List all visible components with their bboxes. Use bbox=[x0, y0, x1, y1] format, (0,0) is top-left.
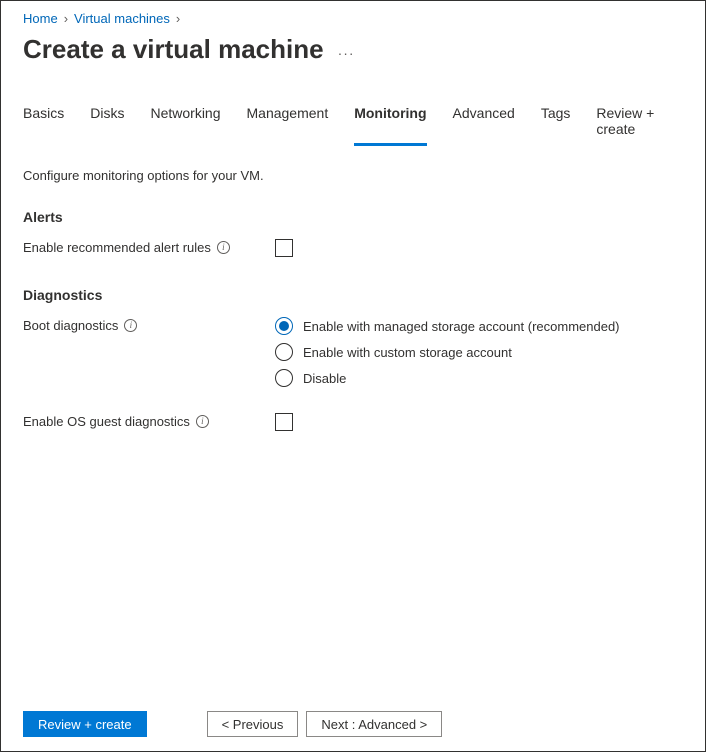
info-icon[interactable]: i bbox=[196, 415, 209, 428]
review-create-button[interactable]: Review + create bbox=[23, 711, 147, 737]
intro-text: Configure monitoring options for your VM… bbox=[23, 168, 683, 183]
breadcrumb-home[interactable]: Home bbox=[23, 11, 58, 26]
tabs: Basics Disks Networking Management Monit… bbox=[23, 105, 683, 146]
tab-monitoring[interactable]: Monitoring bbox=[354, 105, 426, 146]
previous-button[interactable]: < Previous bbox=[207, 711, 299, 737]
tab-management[interactable]: Management bbox=[247, 105, 329, 146]
info-icon[interactable]: i bbox=[124, 319, 137, 332]
breadcrumb-virtual-machines[interactable]: Virtual machines bbox=[74, 11, 170, 26]
more-actions-button[interactable]: ··· bbox=[338, 39, 355, 61]
radio-label: Enable with managed storage account (rec… bbox=[303, 319, 620, 334]
radio-label: Disable bbox=[303, 371, 346, 386]
radio-icon bbox=[275, 317, 293, 335]
breadcrumb: Home › Virtual machines › bbox=[23, 11, 683, 26]
alerts-heading: Alerts bbox=[23, 209, 683, 225]
tab-networking[interactable]: Networking bbox=[150, 105, 220, 146]
diagnostics-heading: Diagnostics bbox=[23, 287, 683, 303]
radio-icon bbox=[275, 343, 293, 361]
tab-tags[interactable]: Tags bbox=[541, 105, 571, 146]
footer: Review + create < Previous Next : Advanc… bbox=[23, 711, 683, 737]
enable-recommended-alerts-label: Enable recommended alert rules bbox=[23, 240, 211, 255]
chevron-right-icon: › bbox=[64, 11, 68, 26]
boot-diagnostics-radio-managed[interactable]: Enable with managed storage account (rec… bbox=[275, 317, 683, 335]
page-title: Create a virtual machine bbox=[23, 34, 324, 65]
tab-basics[interactable]: Basics bbox=[23, 105, 64, 146]
boot-diagnostics-radio-custom[interactable]: Enable with custom storage account bbox=[275, 343, 683, 361]
boot-diagnostics-label: Boot diagnostics bbox=[23, 318, 118, 333]
chevron-right-icon: › bbox=[176, 11, 180, 26]
boot-diagnostics-radio-disable[interactable]: Disable bbox=[275, 369, 683, 387]
info-icon[interactable]: i bbox=[217, 241, 230, 254]
enable-os-guest-diagnostics-checkbox[interactable] bbox=[275, 413, 293, 431]
tab-review-create[interactable]: Review + create bbox=[596, 105, 683, 146]
radio-label: Enable with custom storage account bbox=[303, 345, 512, 360]
tab-disks[interactable]: Disks bbox=[90, 105, 124, 146]
radio-icon bbox=[275, 369, 293, 387]
enable-os-guest-diagnostics-label: Enable OS guest diagnostics bbox=[23, 414, 190, 429]
tab-advanced[interactable]: Advanced bbox=[453, 105, 515, 146]
next-button[interactable]: Next : Advanced > bbox=[306, 711, 442, 737]
enable-recommended-alerts-checkbox[interactable] bbox=[275, 239, 293, 257]
